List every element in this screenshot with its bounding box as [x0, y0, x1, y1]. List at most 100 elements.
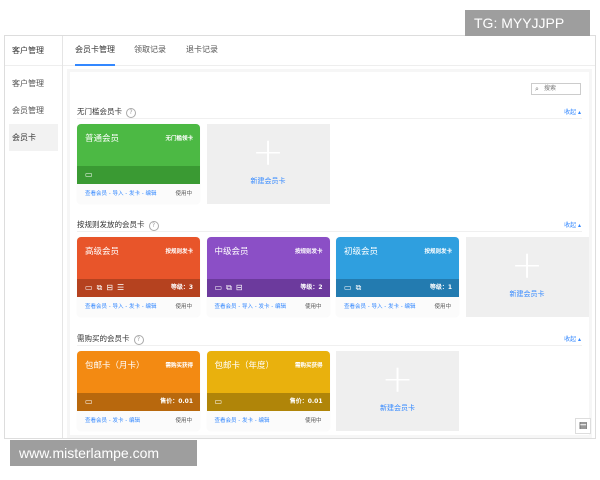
card-name: 普通会员	[85, 134, 120, 144]
card-type: 需购买获得	[294, 363, 323, 369]
card-actions-link[interactable]: 查看会员 - 导入 - 发卡 - 编辑	[85, 304, 156, 310]
card-footer: 查看会员 - 导入 - 发卡 - 编辑 使用中	[206, 297, 330, 317]
card-actions-link[interactable]: 查看会员 - 发卡 - 编辑	[215, 418, 270, 424]
tab-return-records[interactable]: 退卡记录	[186, 36, 218, 66]
chat-icon[interactable]: ▤	[575, 418, 591, 434]
collapse-link[interactable]: 收起 ▴	[564, 220, 581, 229]
new-card-label: 新建会员卡	[509, 290, 545, 298]
sidebar-header: 客户管理	[5, 36, 62, 66]
card-footer: 查看会员 - 导入 - 发卡 - 编辑 使用中	[77, 297, 200, 317]
sidebar-item-members[interactable]: 会员管理	[5, 97, 62, 124]
card-type: 按规则发卡	[294, 249, 323, 255]
member-card[interactable]: 中级会员 按规则发卡 ▭ ⧉ ⊟ 等级：2 查看会员 - 导入 - 发卡 - 编辑 使用中	[206, 237, 330, 317]
card-feature-icon: ☰	[116, 283, 125, 292]
collapse-link[interactable]: 收起 ▴	[564, 334, 581, 343]
new-card-label: 新建会员卡	[250, 177, 286, 185]
card-footer: 查看会员 - 发卡 - 编辑 使用中	[77, 411, 200, 431]
card-header: 中级会员 按规则发卡	[206, 237, 330, 279]
card-footer: 查看会员 - 发卡 - 编辑 使用中	[206, 411, 330, 431]
card-level: 售价：0.01	[289, 398, 323, 405]
member-card[interactable]: 普通会员 无门槛领卡 ▭ 查看会员 - 导入 - 发卡 - 编辑 使用中	[77, 124, 200, 204]
card-feature-icon: ⊟	[235, 283, 243, 292]
plus-icon: +	[381, 357, 414, 401]
tab-card-management[interactable]: 会员卡管理	[75, 36, 115, 66]
card-status: 使用中	[175, 304, 192, 310]
card-feature-icon: ▭	[85, 170, 93, 179]
section-title: 按规则发放的会员卡?	[77, 219, 159, 231]
card-panel: ⌕ 搜索 无门槛会员卡? 收起 ▴ 普通会员 无门槛领卡 ▭ 查看会员 - 导入 - 发卡 …	[70, 72, 589, 435]
member-card[interactable]: 包邮卡（年度） 需购买获得 ▭ 售价：0.01 查看会员 - 发卡 - 编辑 使用中	[206, 351, 330, 431]
card-footer: 查看会员 - 导入 - 发卡 - 编辑 使用中	[77, 184, 200, 204]
section-title: 无门槛会员卡?	[77, 106, 136, 118]
watermark-top: TG: MYYJJPP	[465, 10, 590, 36]
help-icon[interactable]: ?	[133, 335, 144, 345]
card-feature-icon: ⊟	[106, 283, 113, 292]
card-status: 使用中	[304, 418, 322, 424]
card-type: 无门槛领卡	[165, 136, 193, 142]
search-input[interactable]: ⌕ 搜索	[531, 83, 581, 95]
card-header: 包邮卡（月卡） 需购买获得	[77, 351, 200, 393]
card-name: 高级会员	[85, 247, 120, 257]
card-status: 使用中	[175, 191, 192, 197]
card-feature-icon: ⧉	[96, 283, 103, 292]
card-feature-icon: ⧉	[355, 283, 362, 292]
card-header: 包邮卡（年度） 需购买获得	[206, 351, 330, 393]
card-name: 包邮卡（月卡）	[85, 361, 145, 371]
card-strip: ▭ 售价：0.01	[77, 393, 200, 411]
app-window: 客户管理 客户管理 会员管理 会员卡 会员卡管理 领取记录 退卡记录 ⌕ 搜索 无…	[4, 35, 596, 439]
watermark-bottom: www.misterlampe.com	[10, 440, 197, 466]
help-icon[interactable]: ?	[148, 221, 159, 231]
sidebar-item-customers[interactable]: 客户管理	[5, 70, 62, 97]
plus-icon: +	[252, 130, 284, 174]
member-card[interactable]: 高级会员 按规则发卡 ▭ ⧉ ⊟ ☰ 等级：3 查看会员 - 导入 - 发卡 - 编辑 使用中	[77, 237, 200, 317]
divider	[77, 231, 582, 232]
main-content: ⌕ 搜索 无门槛会员卡? 收起 ▴ 普通会员 无门槛领卡 ▭ 查看会员 - 导入 - 发卡 …	[67, 69, 592, 438]
card-status: 使用中	[434, 304, 451, 310]
card-name: 初级会员	[344, 247, 379, 257]
card-type: 按规则发卡	[165, 249, 193, 255]
card-status: 使用中	[304, 304, 322, 310]
card-level: 等级：2	[300, 284, 323, 291]
card-strip: ▭ ⧉ ⊟ 等级：2	[206, 279, 330, 297]
member-card[interactable]: 初级会员 按规则发卡 ▭ ⧉ 等级：1 查看会员 - 导入 - 发卡 - 编辑 使用中	[336, 237, 459, 317]
new-card-button[interactable]: + 新建会员卡	[336, 351, 459, 431]
card-header: 初级会员 按规则发卡	[336, 237, 459, 279]
card-footer: 查看会员 - 导入 - 发卡 - 编辑 使用中	[336, 297, 459, 317]
card-strip: ▭	[77, 166, 200, 184]
card-status: 使用中	[175, 418, 192, 424]
card-strip: ▭ 售价：0.01	[206, 393, 330, 411]
card-header: 普通会员 无门槛领卡	[77, 124, 200, 166]
section-title: 需购买的会员卡?	[77, 333, 144, 345]
card-feature-icon: ⧉	[226, 283, 232, 292]
tab-bar: 会员卡管理 领取记录 退卡记录	[63, 36, 595, 66]
card-strip: ▭ ⧉ ⊟ ☰ 等级：3	[77, 279, 200, 297]
card-level: 售价：0.01	[160, 398, 193, 405]
section-title-text: 需购买的会员卡	[77, 334, 130, 343]
card-actions-link[interactable]: 查看会员 - 导入 - 发卡 - 编辑	[85, 191, 156, 197]
card-feature-icon: ▭	[85, 283, 93, 292]
section-title-text: 无门槛会员卡	[77, 107, 122, 116]
card-feature-icon: ▭	[85, 397, 93, 406]
collapse-link[interactable]: 收起 ▴	[564, 107, 581, 116]
sidebar-item-member-cards[interactable]: 会员卡	[9, 124, 58, 151]
member-card[interactable]: 包邮卡（月卡） 需购买获得 ▭ 售价：0.01 查看会员 - 发卡 - 编辑 使用中	[77, 351, 200, 431]
new-card-button[interactable]: + 新建会员卡	[206, 124, 330, 204]
card-actions-link[interactable]: 查看会员 - 发卡 - 编辑	[85, 418, 140, 424]
card-actions-link[interactable]: 查看会员 - 导入 - 发卡 - 编辑	[215, 304, 286, 310]
sidebar: 客户管理 客户管理 会员管理 会员卡	[5, 36, 63, 438]
plus-icon: +	[511, 243, 543, 287]
new-card-button[interactable]: + 新建会员卡	[465, 237, 589, 317]
new-card-label: 新建会员卡	[380, 404, 415, 412]
tab-claim-records[interactable]: 领取记录	[134, 36, 166, 66]
card-type: 需购买获得	[165, 363, 193, 369]
card-feature-icon: ▭	[214, 397, 223, 406]
card-name: 包邮卡（年度）	[214, 361, 275, 371]
card-actions-link[interactable]: 查看会员 - 导入 - 发卡 - 编辑	[344, 304, 415, 310]
card-level: 等级：1	[429, 284, 452, 291]
card-feature-icon: ▭	[214, 283, 223, 292]
section-title-text: 按规则发放的会员卡	[77, 220, 145, 229]
help-icon[interactable]: ?	[126, 108, 136, 118]
search-icon: ⌕	[535, 85, 539, 93]
card-name: 中级会员	[214, 247, 249, 257]
card-strip: ▭ ⧉ 等级：1	[336, 279, 459, 297]
